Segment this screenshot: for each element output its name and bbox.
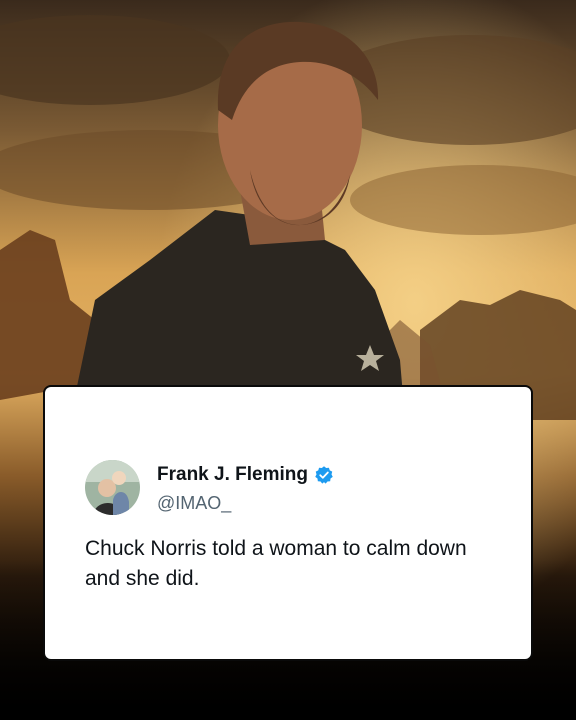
tweet-card: Frank J. Fleming @IMAO_ Chuck Norris tol… (45, 387, 531, 659)
avatar[interactable] (85, 460, 140, 515)
author-name-text: Frank J. Fleming (157, 464, 308, 485)
verified-badge-icon (315, 466, 333, 484)
author-name[interactable]: Frank J. Fleming (157, 464, 334, 486)
author-handle[interactable]: @IMAO_ (157, 493, 231, 514)
tweet-text: Chuck Norris told a woman to calm down a… (85, 537, 467, 590)
